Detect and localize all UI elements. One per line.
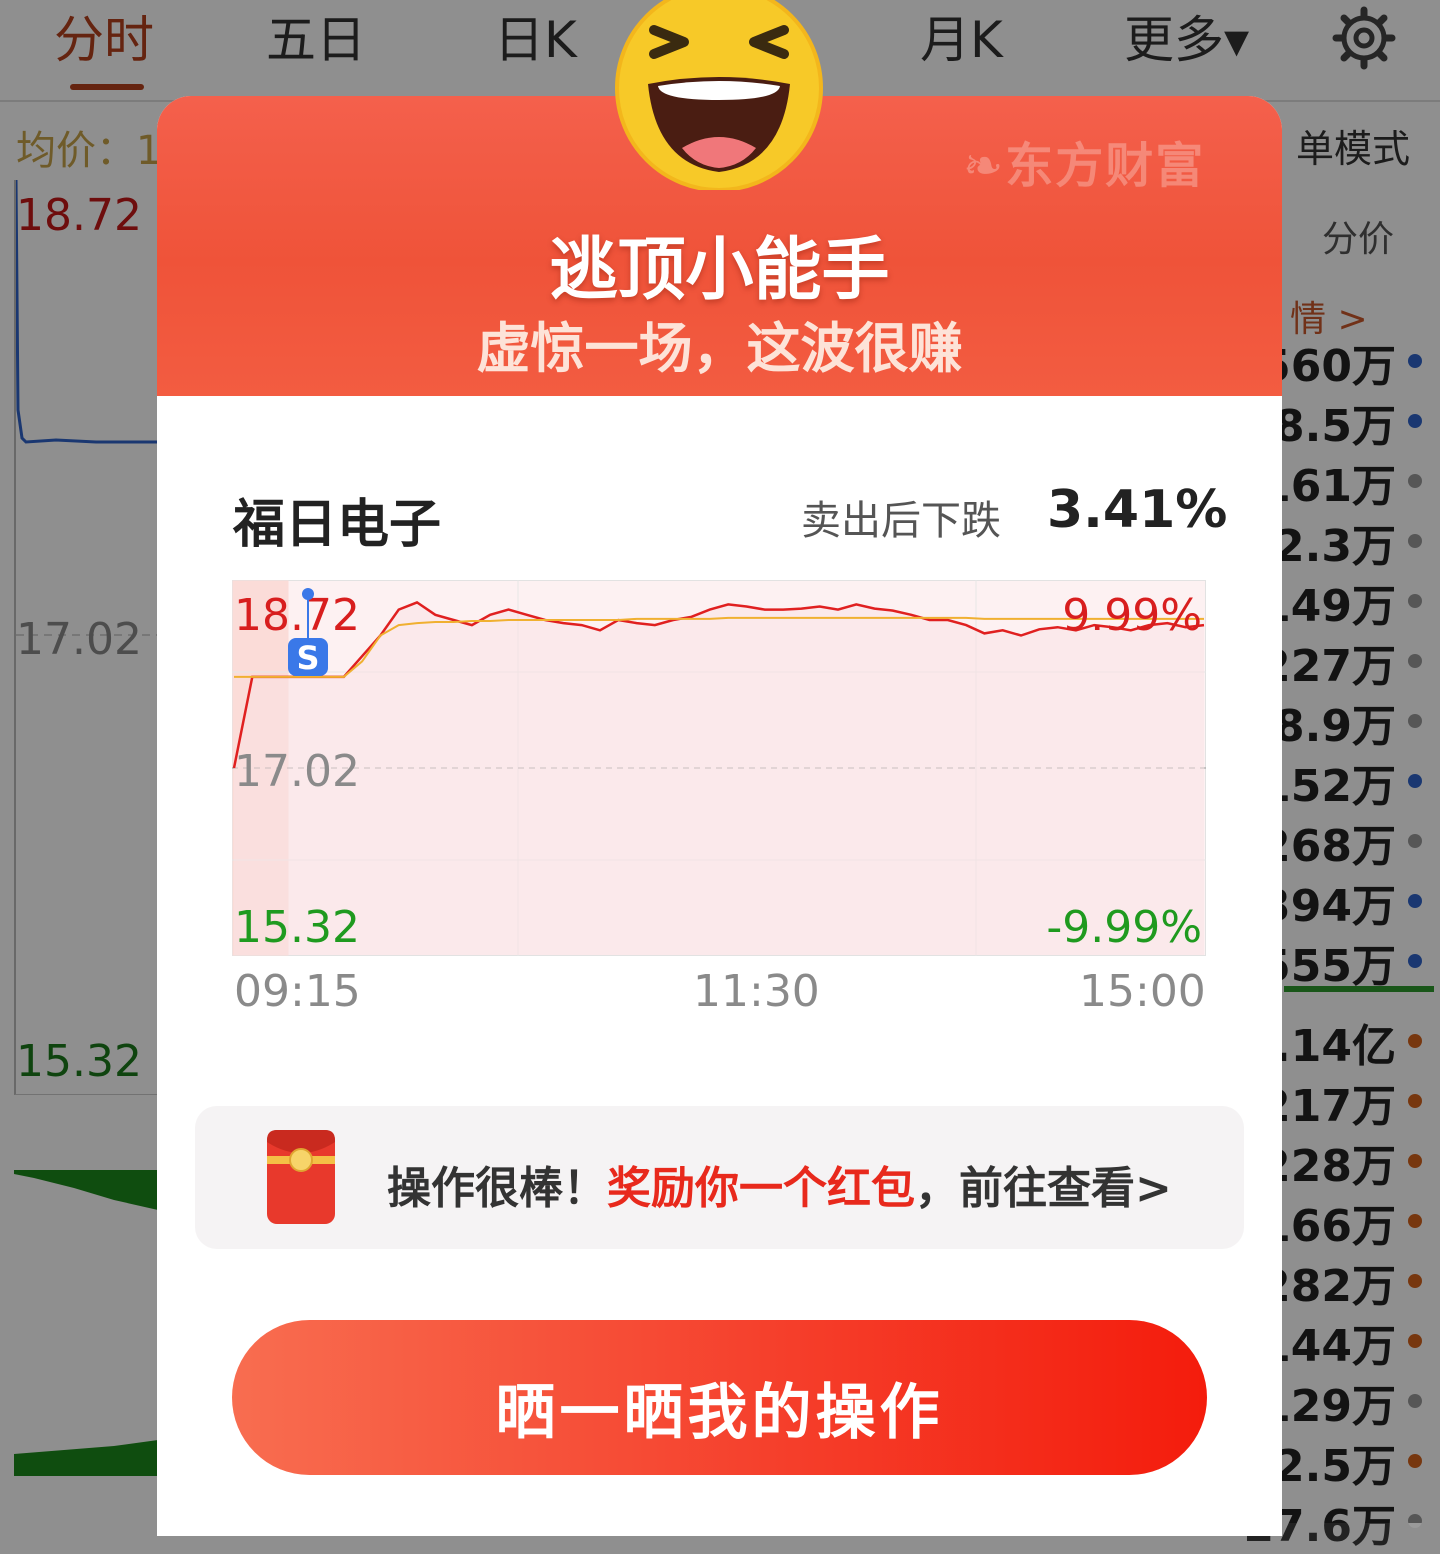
promo-text[interactable]: 操作很棒！奖励你一个红包，前往查看>: [387, 1152, 1172, 1216]
time-label-open: 09:15: [234, 966, 361, 1017]
modal-title: 逃顶小能手: [549, 231, 890, 310]
drop-after-sell-label: 卖出后下跌: [801, 498, 1001, 544]
promo-suffix: ，前往查看>: [915, 1163, 1172, 1214]
stock-name: 福日电子: [233, 495, 442, 555]
share-operation-button[interactable]: 晒一晒我的操作: [232, 1320, 1207, 1475]
result-modal: ❧东方财富 逃顶小能手 虚惊一场，这波很赚 福日电子 卖出后下跌 3.41% 1…: [157, 96, 1282, 1536]
laughing-emoji-icon: [615, 0, 823, 190]
price-high-label: 18.72: [234, 590, 360, 641]
pct-high-label: 9.99%: [1062, 590, 1202, 641]
promo-highlight: 奖励你一个红包: [607, 1163, 915, 1214]
chart-svg: 18.72 17.02 15.32 9.99% -9.99% S: [232, 580, 1206, 956]
price-low-label: 15.32: [234, 902, 360, 953]
price-prev-close-label: 17.02: [234, 746, 360, 797]
share-button-label: 晒一晒我的操作: [495, 1379, 944, 1446]
time-label-noon: 11:30: [693, 966, 820, 1017]
modal-subtitle: 虚惊一场，这波很赚: [476, 317, 963, 380]
brand-name: 东方财富: [1005, 138, 1206, 194]
pct-low-label: -9.99%: [1046, 902, 1202, 953]
sell-marker-label: S: [296, 639, 319, 677]
red-packet-icon: [267, 1130, 335, 1224]
red-packet-promo[interactable]: 操作很棒！奖励你一个红包，前往查看>: [195, 1106, 1244, 1249]
intraday-chart: 18.72 17.02 15.32 9.99% -9.99% S: [232, 580, 1206, 956]
drop-after-sell-value: 3.41%: [1047, 480, 1228, 540]
brand-logo: ❧东方财富: [963, 126, 1205, 196]
promo-prefix: 操作很棒！: [387, 1163, 607, 1214]
time-label-close: 15:00: [1079, 966, 1206, 1017]
brand-feather-icon: ❧: [963, 138, 1006, 194]
